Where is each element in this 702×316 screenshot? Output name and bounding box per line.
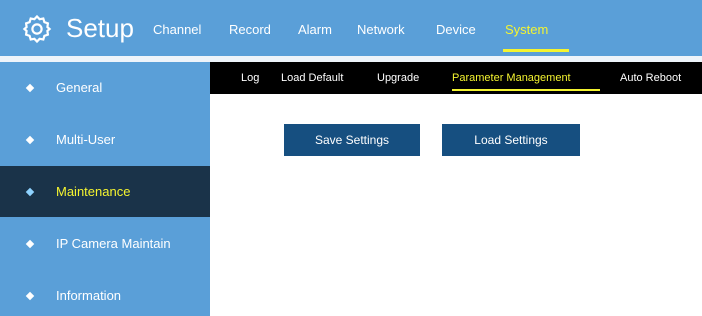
sidebar-item-label: Maintenance (56, 184, 131, 199)
subtab-log[interactable]: Log (241, 71, 259, 85)
sidebar-item-label: Multi-User (56, 132, 116, 147)
subtab-bar: Log Load Default Upgrade Parameter Manag… (210, 62, 702, 94)
subtab-parameter-management[interactable]: Parameter Management (452, 71, 571, 85)
bullet-icon (25, 291, 35, 301)
save-settings-button[interactable]: Save Settings (284, 124, 420, 156)
nav-tab-system[interactable]: System (505, 22, 548, 38)
subtab-load-default[interactable]: Load Default (281, 71, 343, 85)
subtab-auto-reboot[interactable]: Auto Reboot (620, 71, 681, 85)
sidebar-item-ip-camera-maintain[interactable]: IP Camera Maintain (0, 218, 210, 269)
nav-tab-network[interactable]: Network (357, 22, 405, 38)
bullet-icon (25, 187, 35, 197)
nav-tab-channel[interactable]: Channel (153, 22, 201, 38)
app-title: Setup (66, 13, 134, 43)
nav-tab-device[interactable]: Device (436, 22, 476, 38)
nav-tab-alarm[interactable]: Alarm (298, 22, 332, 38)
sidebar-item-label: General (56, 80, 103, 95)
bullet-icon (25, 239, 35, 249)
sidebar-item-label: Information (56, 288, 122, 303)
active-subtab-indicator (452, 89, 600, 91)
sidebar-item-multi-user[interactable]: Multi-User (0, 114, 210, 165)
setup-window: Setup Channel Record Alarm Network Devic… (0, 0, 702, 316)
bullet-icon (25, 135, 35, 145)
top-header: Setup Channel Record Alarm Network Devic… (0, 0, 702, 56)
parameter-management-panel: Save Settings Load Settings (210, 94, 702, 316)
load-settings-button[interactable]: Load Settings (442, 124, 580, 156)
gear-icon (22, 14, 52, 44)
sidebar-item-label: IP Camera Maintain (56, 236, 171, 251)
active-nav-indicator (503, 49, 569, 52)
sidebar-item-maintenance[interactable]: Maintenance (0, 166, 210, 217)
bullet-icon (25, 83, 35, 93)
sidebar-item-information[interactable]: Information (0, 270, 210, 316)
subtab-upgrade[interactable]: Upgrade (377, 71, 419, 85)
sidebar: General Multi-User Maintenance IP Camera… (0, 62, 210, 316)
nav-tab-record[interactable]: Record (229, 22, 271, 38)
sidebar-item-general[interactable]: General (0, 62, 210, 113)
